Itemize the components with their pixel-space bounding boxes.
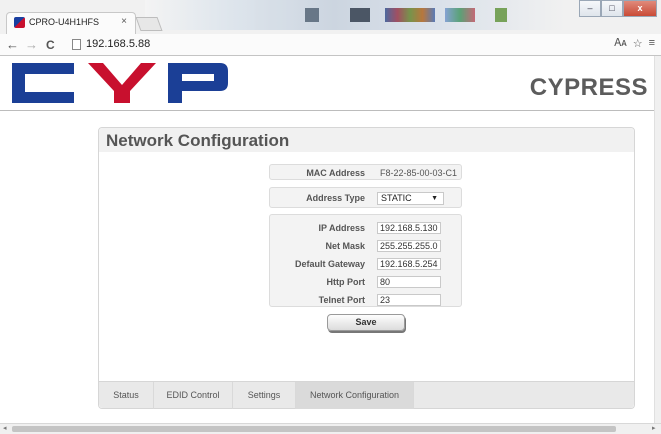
reload-button[interactable]: C	[46, 37, 55, 53]
blurred-thumbnail	[305, 8, 319, 22]
close-window-button[interactable]: x	[623, 0, 657, 17]
address-type-select[interactable]: STATIC ▼	[377, 192, 444, 205]
background-taskbar-blur	[145, 0, 565, 30]
address-type-value: STATIC	[381, 193, 412, 203]
scroll-left-icon[interactable]: ◂	[3, 424, 7, 434]
address-type-label: Address Type	[306, 193, 365, 203]
http-port-input[interactable]	[377, 276, 441, 288]
logo-y	[88, 63, 156, 103]
blurred-thumbnail	[445, 8, 475, 22]
default-gateway-input[interactable]	[377, 258, 441, 270]
page-icon	[72, 39, 81, 50]
browser-tab[interactable]: CPRO-U4H1HFS ×	[6, 12, 136, 34]
browser-toolbar: ← → C 192.168.5.88 🗛 ☆ ≡	[0, 34, 661, 56]
network-config-panel: Network Configuration MAC Address F8-22-…	[98, 127, 635, 409]
tab-network-configuration[interactable]: Network Configuration	[296, 382, 414, 409]
address-bar[interactable]: 192.168.5.88	[70, 37, 610, 53]
star-icon[interactable]: ☆	[633, 37, 643, 50]
ip-address-input[interactable]	[377, 222, 441, 234]
blurred-thumbnail	[385, 8, 435, 22]
url-text: 192.168.5.88	[86, 38, 151, 50]
browser-tabstrip: CPRO-U4H1HFS × ‒ □ x	[0, 0, 661, 34]
cyp-logo	[12, 63, 228, 103]
window-controls: ‒ □ x	[579, 0, 657, 17]
panel-header: Network Configuration	[99, 128, 634, 152]
new-tab-button[interactable]	[135, 17, 163, 31]
tab-title: CPRO-U4H1HFS	[29, 17, 100, 27]
menu-icon[interactable]: ≡	[649, 37, 655, 50]
chevron-down-icon: ▼	[431, 195, 438, 202]
address-type-box: Address Type STATIC ▼	[269, 187, 462, 208]
horizontal-scrollbar[interactable]: ◂ ▸	[0, 423, 661, 434]
maximize-button[interactable]: □	[601, 0, 623, 17]
scroll-right-icon[interactable]: ▸	[652, 424, 656, 434]
horizontal-scroll-thumb[interactable]	[12, 426, 616, 432]
telnet-port-input[interactable]	[377, 294, 441, 306]
panel-tabs: Status EDID Control Settings Network Con…	[99, 381, 634, 409]
translate-icon[interactable]: 🗛	[614, 37, 626, 50]
telnet-port-label: Telnet Port	[318, 295, 365, 305]
brand-name: CYPRESS	[529, 74, 648, 101]
tab-status[interactable]: Status	[99, 382, 154, 409]
cyp-favicon-icon	[14, 17, 25, 28]
web-page: CYPRESS Network Configuration MAC Addres…	[0, 56, 654, 423]
save-button[interactable]: Save	[327, 314, 405, 331]
header-divider	[0, 110, 654, 111]
tab-edid-control[interactable]: EDID Control	[154, 382, 233, 409]
net-mask-input[interactable]	[377, 240, 441, 252]
ip-settings-box: IP Address Net Mask Default Gateway Http…	[269, 214, 462, 307]
minimize-button[interactable]: ‒	[579, 0, 601, 17]
default-gateway-label: Default Gateway	[294, 259, 365, 269]
http-port-label: Http Port	[326, 277, 366, 287]
tab-close-icon[interactable]: ×	[121, 16, 127, 27]
mac-address-value: F8-22-85-00-03-C1	[380, 168, 458, 178]
mac-address-box: MAC Address F8-22-85-00-03-C1	[269, 164, 462, 180]
logo-p	[168, 63, 228, 103]
logo-c	[12, 63, 74, 103]
toolbar-actions: 🗛 ☆ ≡	[614, 37, 655, 50]
blurred-thumbnail	[350, 8, 370, 22]
net-mask-label: Net Mask	[325, 241, 365, 251]
mac-address-label: MAC Address	[306, 168, 365, 178]
forward-button[interactable]: →	[25, 37, 38, 53]
back-button[interactable]: ←	[6, 37, 19, 53]
panel-title: Network Configuration	[106, 131, 290, 150]
ip-address-label: IP Address	[318, 223, 365, 233]
tab-settings[interactable]: Settings	[233, 382, 296, 409]
vertical-scrollbar[interactable]	[654, 56, 661, 423]
blurred-thumbnail	[495, 8, 507, 22]
